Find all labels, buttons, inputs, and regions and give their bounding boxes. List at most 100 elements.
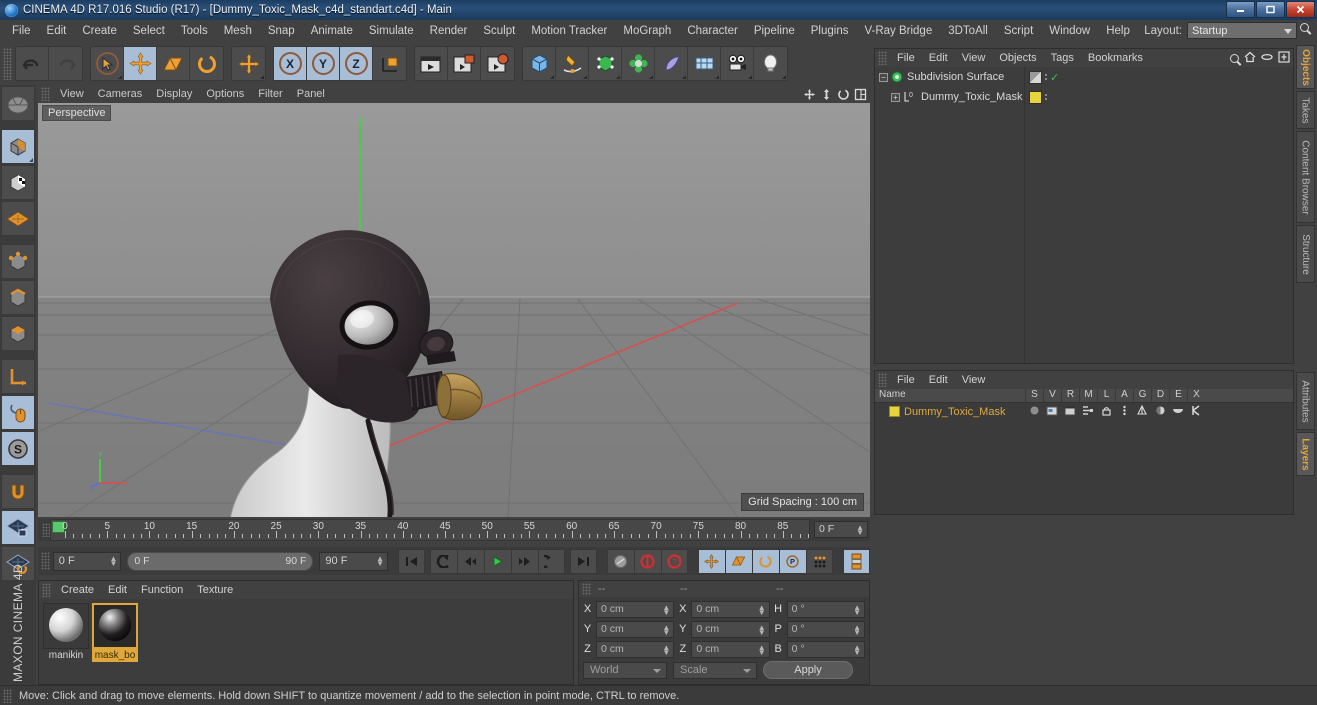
autokeying-icon[interactable] — [633, 548, 661, 574]
viewport-solo-icon[interactable] — [1, 395, 35, 430]
object-manager-grip[interactable] — [878, 51, 887, 65]
layer-row[interactable]: Dummy_Toxic_Mask — [875, 403, 1293, 420]
x-axis-icon[interactable]: X — [274, 47, 307, 80]
viewport-menu-panel[interactable]: Panel — [290, 87, 332, 101]
maximize-view-icon[interactable] — [853, 87, 867, 101]
tab-layers[interactable]: Layers — [1296, 432, 1315, 476]
mat-menu-create[interactable]: Create — [54, 583, 101, 597]
om-menu-edit[interactable]: Edit — [922, 51, 955, 65]
viewport-menu-cameras[interactable]: Cameras — [91, 87, 150, 101]
step-forward-icon[interactable] — [510, 548, 538, 574]
coord-input-rot-b[interactable]: 0 ° ▲ ▼ — [786, 640, 865, 658]
go-to-end-icon[interactable] — [569, 548, 597, 574]
coord-input-rot-p[interactable]: 0 ° ▲ ▼ — [786, 620, 865, 638]
spinner-icon[interactable]: ▲ ▼ — [856, 524, 864, 537]
layer-color-swatch[interactable] — [889, 406, 900, 417]
spinner-icon[interactable]: ▲ ▼ — [853, 643, 861, 656]
point-level-animation-icon[interactable] — [805, 548, 833, 574]
visibility-dots-icon[interactable] — [1045, 94, 1047, 100]
undo-icon[interactable] — [16, 47, 49, 80]
spline-pen-icon[interactable] — [556, 47, 589, 80]
om-menu-objects[interactable]: Objects — [992, 51, 1043, 65]
menu-file[interactable]: File — [4, 23, 39, 39]
play-loop-icon[interactable] — [537, 548, 565, 574]
rotation-key-icon[interactable] — [751, 548, 779, 574]
spinner-icon[interactable]: ▲ ▼ — [662, 623, 670, 636]
spinner-icon[interactable]: ▲ ▼ — [853, 623, 861, 636]
viewport-grip[interactable] — [41, 87, 50, 101]
pla-key-icon[interactable]: P — [778, 548, 806, 574]
toolbar-grip[interactable] — [3, 47, 12, 80]
z-axis-icon[interactable]: Z — [340, 47, 373, 80]
lock-workplane-icon[interactable] — [1, 510, 35, 545]
coord-input-size-y[interactable]: 0 cm ▲ ▼ — [691, 620, 770, 638]
menu-sculpt[interactable]: Sculpt — [475, 23, 523, 39]
expand-toggle-icon[interactable]: + — [891, 92, 900, 102]
spinner-icon[interactable]: ▲ ▼ — [853, 603, 861, 616]
om-menu-view[interactable]: View — [955, 51, 993, 65]
material-item[interactable]: mask_bo — [92, 603, 138, 680]
layer-toggle-d[interactable] — [1151, 405, 1169, 419]
move-axis-icon[interactable] — [232, 47, 265, 80]
coord-input-pos-z[interactable]: 0 cm ▲ ▼ — [596, 640, 675, 658]
pan-view-icon[interactable] — [802, 87, 816, 101]
preview-range-slider[interactable]: 0 F 90 F — [127, 551, 314, 571]
lm-menu-edit[interactable]: Edit — [922, 373, 955, 387]
coord-input-rot-h[interactable]: 0 ° ▲ ▼ — [786, 600, 865, 618]
expand-icon[interactable] — [1278, 51, 1290, 66]
model-mode-icon[interactable] — [1, 129, 35, 164]
viewport-menu-display[interactable]: Display — [149, 87, 199, 101]
status-grip[interactable] — [3, 688, 12, 703]
camera-icon[interactable] — [721, 47, 754, 80]
spinner-icon[interactable]: ▲ ▼ — [758, 603, 766, 616]
menu-create[interactable]: Create — [74, 23, 125, 39]
layout-dropdown[interactable]: Startup — [1187, 22, 1297, 39]
edge-mode-icon[interactable] — [1, 280, 35, 315]
spinner-icon[interactable]: ▲ ▼ — [758, 623, 766, 636]
menu-character[interactable]: Character — [679, 23, 746, 39]
light-icon[interactable] — [754, 47, 787, 80]
coordinate-system-dropdown[interactable]: World — [583, 661, 667, 679]
object-row-dummy-toxic-mask[interactable]: + 0 Dummy_Toxic_Mask — [875, 87, 1024, 107]
menu-plugins[interactable]: Plugins — [803, 23, 857, 39]
nurbs-icon[interactable] — [589, 47, 622, 80]
world-coordinates-icon[interactable] — [373, 47, 406, 80]
keyframe-selection-icon[interactable]: ? — [660, 548, 688, 574]
menu-vray-bridge[interactable]: V-Ray Bridge — [856, 23, 940, 39]
layer-toggle-e[interactable] — [1169, 405, 1187, 419]
material-thumbnail[interactable] — [43, 603, 89, 649]
coordinates-grip[interactable] — [582, 583, 591, 595]
mograph-icon[interactable] — [622, 47, 655, 80]
minimize-button[interactable] — [1226, 1, 1255, 18]
snap-magnet-icon[interactable] — [1, 474, 35, 509]
layer-toggle-g[interactable] — [1133, 404, 1151, 419]
layer-manager-grip[interactable] — [878, 373, 887, 387]
position-key-icon[interactable] — [697, 548, 725, 574]
mat-menu-function[interactable]: Function — [134, 583, 190, 597]
visibility-dots-icon[interactable] — [1045, 74, 1047, 80]
material-item[interactable]: manikin — [43, 603, 89, 680]
render-settings-icon[interactable] — [481, 47, 514, 80]
mat-menu-edit[interactable]: Edit — [101, 583, 134, 597]
cube-primitive-icon[interactable] — [523, 47, 556, 80]
search-icon[interactable] — [1300, 23, 1315, 38]
render-to-picture-viewer-icon[interactable] — [448, 47, 481, 80]
search-icon[interactable] — [1230, 54, 1239, 63]
layers-timeline-icon[interactable] — [842, 548, 870, 574]
om-menu-bookmarks[interactable]: Bookmarks — [1081, 51, 1150, 65]
make-editable-icon[interactable] — [1, 86, 35, 121]
go-to-start-icon[interactable] — [397, 548, 425, 574]
coord-input-size-x[interactable]: 0 cm ▲ ▼ — [691, 600, 770, 618]
scale-key-icon[interactable] — [724, 548, 752, 574]
home-icon[interactable] — [1244, 51, 1256, 66]
lm-menu-view[interactable]: View — [955, 373, 993, 387]
spinner-icon[interactable]: ▲ ▼ — [376, 554, 384, 567]
menu-3dtoall[interactable]: 3DToAll — [940, 23, 996, 39]
play-reverse-icon[interactable] — [429, 548, 457, 574]
timeline-ruler[interactable]: 051015202530354045505560657075808590 — [50, 519, 831, 541]
layer-toggle-a[interactable] — [1115, 405, 1133, 419]
om-menu-tags[interactable]: Tags — [1044, 51, 1081, 65]
spinner-icon[interactable]: ▲ ▼ — [758, 643, 766, 656]
menu-script[interactable]: Script — [996, 23, 1041, 39]
point-mode-icon[interactable] — [1, 244, 35, 279]
